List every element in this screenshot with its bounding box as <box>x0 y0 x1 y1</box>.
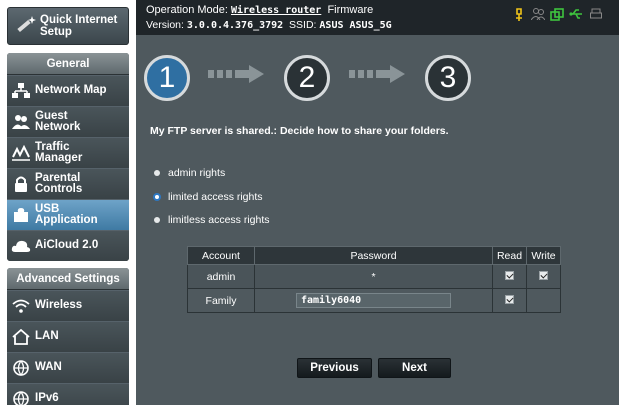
radio-dot-selected[interactable] <box>153 193 161 201</box>
firmware-version[interactable]: 3.0.0.4.376_3792 <box>187 20 283 31</box>
table-row: admin * <box>187 264 561 289</box>
sidebar-item-label: Guest Network <box>35 109 81 133</box>
advanced-header: Advanced Settings <box>7 268 129 290</box>
step-3-indicator: 3 <box>425 55 471 101</box>
traffic-graph-icon <box>7 145 35 161</box>
puzzle-icon <box>7 206 35 224</box>
column-header-read: Read <box>492 246 527 265</box>
sidebar-item-lan[interactable]: LAN <box>7 321 129 352</box>
sidebar-item-traffic-manager[interactable]: Traffic Manager <box>7 137 129 168</box>
sidebar-item-label: WAN <box>35 361 62 374</box>
globe-icon <box>7 391 35 405</box>
sidebar-item-label: Wireless <box>35 299 83 312</box>
operation-mode-link[interactable]: Wireless router <box>231 5 321 16</box>
previous-button[interactable]: Previous <box>297 358 372 378</box>
account-permissions-table: Account Password Read Write admin * Fami… <box>187 246 561 313</box>
next-button[interactable]: Next <box>378 358 451 378</box>
read-checkbox[interactable] <box>505 294 514 304</box>
radio-dot[interactable] <box>154 217 160 223</box>
sidebar-item-label: Parental Controls <box>35 171 83 195</box>
quick-internet-setup-label: Quick Internet Setup <box>40 14 118 38</box>
network-map-icon <box>7 83 35 99</box>
internet-status-icon[interactable] <box>550 8 564 25</box>
sidebar-item-parental-controls[interactable]: Parental Controls <box>7 168 129 199</box>
sidebar-item-wireless[interactable]: Wireless <box>7 290 129 321</box>
sidebar-item-label: LAN <box>35 330 59 343</box>
radio-dot[interactable] <box>154 170 160 176</box>
table-header-row: Account Password Read Write <box>187 246 561 265</box>
password-field[interactable]: family6040 <box>296 293 451 308</box>
step-arrow-icon <box>349 65 405 83</box>
version-line: Version: 3.0.0.4.376_3792 SSID: ASUS ASU… <box>146 19 392 31</box>
write-cell <box>526 264 561 289</box>
sidebar-item-label: IPv6 <box>35 392 59 405</box>
sidebar-item-label: Network Map <box>35 84 107 97</box>
read-cell <box>492 264 527 289</box>
advanced-menu: Advanced Settings Wireless LAN WAN IPv6 <box>7 268 129 405</box>
sidebar-item-guest-network[interactable]: Guest Network <box>7 106 129 137</box>
wifi-icon <box>7 299 35 313</box>
column-header-password: Password <box>254 246 493 265</box>
sidebar-item-label: AiCloud 2.0 <box>35 239 99 252</box>
step-arrow-icon <box>208 65 264 83</box>
wand-icon <box>12 12 40 40</box>
operation-mode-line: Operation Mode: Wireless router Firmware <box>146 4 374 16</box>
write-cell <box>526 288 561 313</box>
main-panel: Operation Mode: Wireless router Firmware… <box>136 0 619 405</box>
home-icon <box>7 329 35 345</box>
account-cell: admin <box>187 264 255 289</box>
sidebar-item-label: USB Application <box>35 202 98 226</box>
quick-internet-setup-button[interactable]: Quick Internet Setup <box>7 7 129 45</box>
users-status-icon[interactable] <box>530 8 546 23</box>
read-cell <box>492 288 527 313</box>
guest-users-icon <box>7 114 35 130</box>
cloud-icon <box>7 238 35 254</box>
ssid-value: ASUS ASUS_5G <box>319 20 392 31</box>
table-row: Family family6040 <box>187 288 561 313</box>
sidebar-item-usb-application[interactable]: USB Application <box>7 199 129 230</box>
sidebar-item-ipv6[interactable]: IPv6 <box>7 383 129 405</box>
step-2-indicator: 2 <box>284 55 330 101</box>
general-header: General <box>7 53 129 75</box>
usb-status-icon[interactable] <box>569 8 583 23</box>
sidebar-item-label: Traffic Manager <box>35 140 83 164</box>
sidebar-item-wan[interactable]: WAN <box>7 352 129 383</box>
wizard-message: My FTP server is shared.: Decide how to … <box>150 125 449 137</box>
sidebar: Quick Internet Setup General Network Map… <box>0 0 133 405</box>
password-cell: family6040 <box>254 288 493 313</box>
status-bar: Operation Mode: Wireless router Firmware… <box>136 0 619 35</box>
wps-status-icon[interactable] <box>514 8 524 25</box>
wizard-content: 1 2 3 My FTP server is shared.: Decide h… <box>136 35 619 405</box>
column-header-account: Account <box>187 246 255 265</box>
radio-limited-access-rights[interactable]: limited access rights <box>153 191 263 203</box>
globe-icon <box>7 360 35 376</box>
lock-icon <box>7 175 35 193</box>
step-1-indicator: 1 <box>144 55 190 101</box>
password-cell: * <box>254 264 493 289</box>
account-cell: Family <box>187 288 255 313</box>
printer-status-icon[interactable] <box>590 8 602 23</box>
read-checkbox[interactable] <box>505 270 514 280</box>
write-checkbox[interactable] <box>539 270 548 280</box>
column-header-write: Write <box>526 246 561 265</box>
sidebar-item-aicloud[interactable]: AiCloud 2.0 <box>7 230 129 261</box>
sidebar-item-network-map[interactable]: Network Map <box>7 75 129 106</box>
radio-limitless-access-rights[interactable]: limitless access rights <box>154 214 270 226</box>
radio-admin-rights[interactable]: admin rights <box>154 167 225 179</box>
general-menu: General Network Map Guest Network Traffi… <box>7 53 129 261</box>
